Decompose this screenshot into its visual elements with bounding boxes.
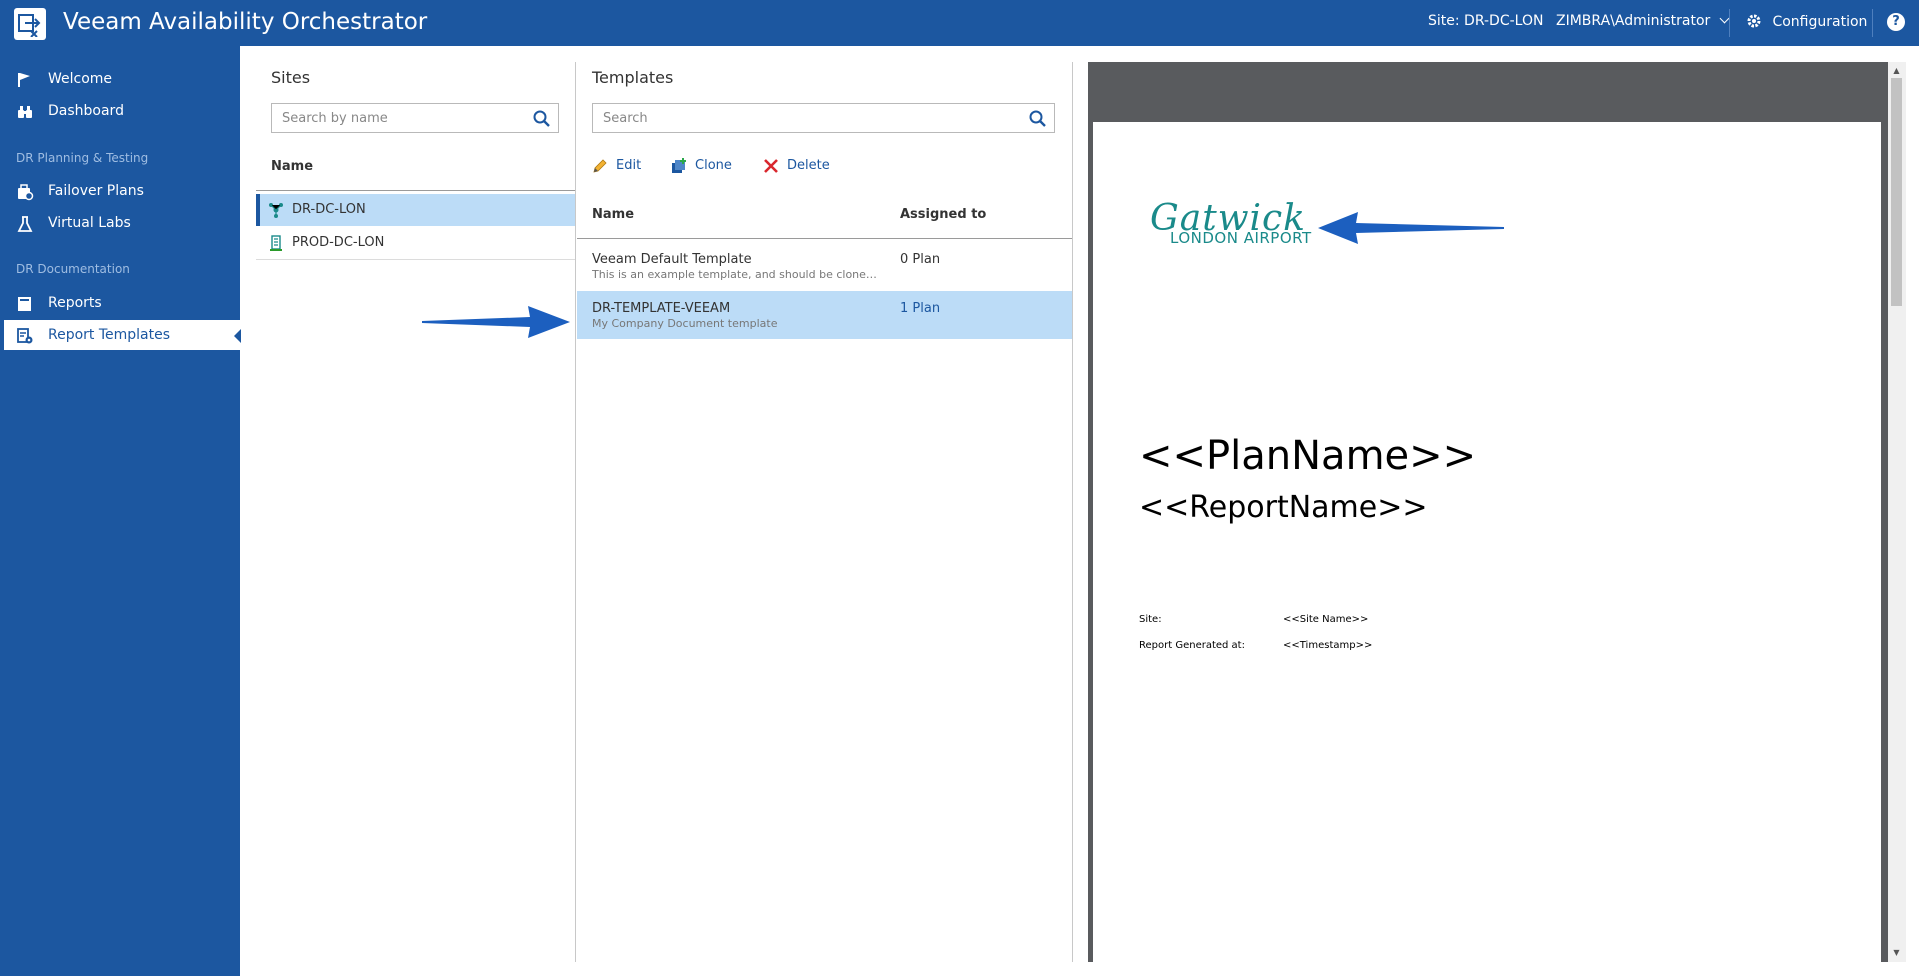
panel-divider bbox=[575, 62, 576, 962]
app-title: Veeam Availability Orchestrator bbox=[63, 9, 428, 35]
sidebar-item-reports[interactable]: Reports bbox=[4, 288, 240, 318]
sites-header-divider bbox=[256, 190, 575, 191]
pencil-icon bbox=[592, 158, 608, 174]
sidebar-section-dr-planning: DR Planning & Testing bbox=[16, 151, 149, 165]
templates-panel-title: Templates bbox=[592, 68, 674, 87]
scroll-down-icon[interactable]: ▼ bbox=[1891, 948, 1902, 958]
scroll-up-icon[interactable]: ▲ bbox=[1891, 66, 1902, 76]
site-field-value: <<Site Name>> bbox=[1283, 614, 1369, 625]
flask-icon bbox=[16, 215, 34, 233]
sidebar-item-label: Dashboard bbox=[48, 103, 124, 119]
sidebar-item-dashboard[interactable]: Dashboard bbox=[4, 96, 240, 126]
binoculars-icon bbox=[16, 103, 34, 121]
template-assigned: 0 Plan bbox=[900, 252, 941, 267]
help-icon[interactable]: ? bbox=[1887, 13, 1905, 31]
topbar-divider bbox=[1872, 9, 1873, 37]
sidebar-item-label: Welcome bbox=[48, 71, 113, 87]
sidebar-item-failover-plans[interactable]: Failover Plans bbox=[4, 176, 240, 206]
topbar-divider bbox=[1729, 9, 1730, 37]
sidebar-item-welcome[interactable]: Welcome bbox=[4, 64, 240, 94]
annotation-arrow-right-icon bbox=[422, 306, 570, 338]
sidebar-item-label: Report Templates bbox=[48, 327, 171, 343]
report-templates-icon bbox=[16, 327, 34, 345]
template-row-veeam-default[interactable]: Veeam Default Template This is an exampl… bbox=[577, 242, 1072, 290]
template-name: Veeam Default Template bbox=[592, 252, 752, 267]
template-assigned-link[interactable]: 1 Plan bbox=[900, 301, 940, 316]
sidebar-item-virtual-labs[interactable]: Virtual Labs bbox=[4, 208, 240, 238]
configuration-label: Configuration bbox=[1772, 14, 1868, 30]
panel-divider bbox=[1072, 62, 1073, 962]
templates-column-name[interactable]: Name bbox=[592, 207, 634, 222]
site-name: PROD-DC-LON bbox=[292, 235, 385, 250]
templates-search-input[interactable] bbox=[593, 104, 1054, 132]
sidebar-item-report-templates[interactable]: Report Templates bbox=[4, 320, 241, 350]
search-icon[interactable] bbox=[532, 109, 552, 129]
site-field-label: Site: bbox=[1139, 614, 1162, 625]
sidebar-item-label: Failover Plans bbox=[48, 183, 144, 199]
clone-label: Clone bbox=[695, 158, 732, 173]
app-logo-icon bbox=[14, 8, 46, 40]
preview-scrollbar-thumb[interactable] bbox=[1891, 78, 1902, 306]
gatwick-logo-subtitle: LONDON AIRPORT bbox=[1170, 229, 1312, 247]
templates-column-assigned[interactable]: Assigned to bbox=[900, 207, 986, 222]
sidebar-section-dr-documentation: DR Documentation bbox=[16, 262, 130, 276]
prod-site-icon bbox=[268, 235, 284, 251]
reports-icon bbox=[16, 295, 34, 313]
site-row-prod-dc-lon[interactable]: PROD-DC-LON bbox=[256, 227, 575, 259]
report-name-placeholder: <<ReportName>> bbox=[1139, 490, 1428, 525]
sites-panel-title: Sites bbox=[271, 68, 311, 87]
sidebar-item-label: Virtual Labs bbox=[48, 215, 131, 231]
configuration-button[interactable]: Configuration bbox=[1746, 13, 1867, 30]
plan-name-placeholder: <<PlanName>> bbox=[1139, 433, 1477, 479]
flag-icon bbox=[16, 71, 34, 89]
templates-header-divider bbox=[577, 238, 1072, 239]
sites-row-divider bbox=[256, 259, 575, 260]
generated-field-label: Report Generated at: bbox=[1139, 640, 1245, 651]
site-name: DR-DC-LON bbox=[292, 202, 366, 217]
search-icon[interactable] bbox=[1028, 109, 1048, 129]
document-preview-page bbox=[1093, 122, 1881, 962]
delete-x-icon bbox=[763, 158, 779, 174]
clone-icon bbox=[671, 158, 687, 174]
delete-label: Delete bbox=[787, 158, 830, 173]
template-description: This is an example template, and should … bbox=[592, 268, 882, 281]
edit-label: Edit bbox=[616, 158, 642, 173]
annotation-arrow-left-icon bbox=[1318, 212, 1504, 244]
sites-search-input[interactable] bbox=[272, 104, 558, 132]
user-name: ZIMBRA\Administrator bbox=[1556, 13, 1711, 29]
top-bar: Veeam Availability Orchestrator Site: DR… bbox=[0, 0, 1919, 46]
template-name: DR-TEMPLATE-VEEAM bbox=[592, 301, 731, 316]
sites-column-name[interactable]: Name bbox=[271, 159, 313, 174]
site-row-dr-dc-lon[interactable]: DR-DC-LON bbox=[256, 194, 575, 226]
template-description: My Company Document template bbox=[592, 317, 778, 330]
sites-search-box bbox=[271, 103, 559, 133]
template-row-dr-template-veeam[interactable]: DR-TEMPLATE-VEEAM My Company Document te… bbox=[577, 291, 1072, 339]
gear-icon bbox=[1746, 13, 1762, 29]
templates-search-box bbox=[592, 103, 1055, 133]
dr-site-icon bbox=[268, 202, 284, 218]
current-site-label: Site: DR-DC-LON bbox=[1428, 13, 1544, 29]
sidebar-item-label: Reports bbox=[48, 295, 102, 311]
chevron-down-icon bbox=[1719, 13, 1730, 24]
generated-field-value: <<Timestamp>> bbox=[1283, 640, 1373, 651]
user-menu[interactable]: ZIMBRA\Administrator bbox=[1556, 13, 1730, 29]
failover-plans-icon bbox=[16, 183, 34, 201]
